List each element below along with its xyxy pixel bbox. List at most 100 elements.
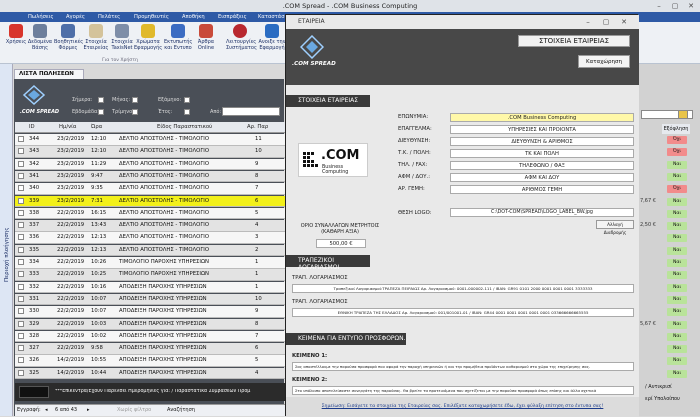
tab-customers[interactable]: Πελάτες (98, 14, 120, 20)
row-checkbox[interactable] (18, 234, 24, 241)
row-checkbox[interactable] (18, 209, 24, 216)
col-time[interactable]: Ώρα (91, 124, 102, 130)
row-checkbox[interactable] (18, 148, 24, 155)
field-input[interactable]: ΤΗΛΕΦΩΝΟ / ΦΑΞ (450, 161, 634, 170)
table-row[interactable]: 339 23/2/2019 7:31 ΔΕΛΤΙΟ ΑΠΟΣΤΟΛΗΣ - ΤΙΜΟΛ… (15, 195, 285, 208)
helper-forms-button[interactable]: Βοηθητικές Φόρμες (54, 24, 83, 51)
row-checkbox[interactable] (18, 246, 24, 253)
table-row[interactable]: 325 14/2/2019 10:44 ΑΠΟΔΕΙΞΗ ΠΑΡΟΧΗΣ ΥΠΗΡΕΣ… (15, 367, 285, 380)
row-checkbox[interactable] (18, 332, 24, 339)
row-checkbox[interactable] (18, 222, 24, 229)
no-filter-button[interactable]: Χωρίς φίλτρο (117, 407, 151, 413)
text2-input[interactable]: Στο υπόλοιπο αποτελείσαστε συνεργάτη της… (292, 386, 634, 395)
col-date[interactable]: Ημ/νία (59, 124, 76, 130)
table-row[interactable]: 334 22/2/2019 10:26 ΤΙΜΟΛΟΓΙΟ ΠΑΡΟΧΗΣ ΥΠΗΡΕ… (15, 257, 285, 269)
dialog-maximize-icon[interactable]: ▢ (599, 17, 613, 27)
table-row[interactable]: 337 22/2/2019 13:43 ΔΕΛΤΙΟ ΑΠΟΣΤΟΛΗΣ - ΤΙΜΟ… (15, 220, 285, 232)
row-checkbox[interactable] (18, 320, 24, 327)
tab-sales[interactable]: Πωλήσεις (28, 14, 54, 20)
app-colors-button[interactable]: Χρώματα Εφαρμογής (134, 24, 162, 51)
filter-today-checkbox[interactable] (98, 97, 104, 103)
close-icon[interactable]: ✕ (684, 1, 698, 11)
table-row[interactable]: 330 22/2/2019 10:07 ΑΠΟΔΕΙΞΗ ΠΑΡΟΧΗΣ ΥΠΗΡΕΣ… (15, 306, 285, 318)
row-checkbox[interactable] (18, 271, 24, 278)
table-row[interactable]: 342 23/2/2019 11:29 ΔΕΛΤΙΟ ΑΠΟΣΤΟΛΗΣ - ΤΙΜΟ… (15, 158, 285, 171)
col-type[interactable]: Είδος Παραστατικού (157, 124, 212, 130)
tab-sales-list[interactable]: ΛΙΣΤΑ ΠΩΛΗΣΕΩΝ (14, 69, 84, 79)
record-prev-icon[interactable]: ◂ (45, 407, 48, 413)
row-checkbox[interactable] (18, 172, 24, 179)
row-checkbox[interactable] (18, 197, 24, 204)
right-search-icon[interactable] (678, 110, 688, 119)
table-row[interactable]: 335 22/2/2019 12:13 ΔΕΛΤΙΟ ΑΠΟΣΤΟΛΗΣ - ΤΙΜΟ… (15, 244, 285, 257)
row-checkbox[interactable] (18, 357, 24, 364)
system-functions-button[interactable]: Λειτουργίες Συστήματος (226, 24, 257, 51)
table-row[interactable]: 329 22/2/2019 10:03 ΑΠΟΔΕΙΞΗ ΠΑΡΟΧΗΣ ΥΠΗΡΕΣ… (15, 318, 285, 331)
row-checkbox[interactable] (18, 308, 24, 315)
cash-limit-input[interactable]: 500,00 € (316, 239, 366, 248)
table-row[interactable]: 332 22/2/2019 10:16 ΑΠΟΔΕΙΞΗ ΠΑΡΟΧΗΣ ΥΠΗΡΕΣ… (15, 281, 285, 294)
tab-receipts[interactable]: Εισπράξεις (218, 14, 247, 20)
field-input[interactable]: ΔΙΕΥΘΥΝΣΗ & ΑΡΙΘΜΟΣ (450, 137, 634, 146)
table-row[interactable]: 336 22/2/2019 12:13 ΔΕΛΤΙΟ ΑΠΟΣΤΟΛΗΣ - ΤΙΜΟ… (15, 232, 285, 244)
table-row[interactable]: 340 23/2/2019 9:35 ΔΕΛΤΙΟ ΑΠΟΣΤΟΛΗΣ - ΤΙΜΟΛ… (15, 183, 285, 195)
table-row[interactable]: 328 22/2/2019 10:02 ΑΠΟΔΕΙΞΗ ΠΑΡΟΧΗΣ ΥΠΗΡΕΣ… (15, 330, 285, 343)
paid-status-badge: Ναι (667, 308, 687, 317)
filter-month-checkbox[interactable] (132, 97, 138, 103)
row-id: 332 (29, 283, 40, 290)
minimize-icon[interactable]: – (652, 1, 666, 11)
logo-path-input[interactable]: C:\DOT-COM\SPREAD\LOGO_LABEL_BW.jpg (450, 208, 634, 217)
col-number[interactable]: Αρ. Παρ (247, 124, 268, 130)
row-checkbox[interactable] (18, 283, 24, 290)
filter-from-input[interactable] (222, 107, 280, 116)
company-data-button[interactable]: Στοιχεία Εταιρείας (82, 24, 110, 51)
table-row[interactable]: 343 23/2/2019 12:10 ΔΕΛΤΙΟ ΑΠΟΣΤΟΛΗΣ - ΤΙΜΟ… (15, 146, 285, 158)
printer-button[interactable]: Εκτυπωτής και Εντυπο (164, 24, 192, 51)
navigation-pane[interactable]: Περιοχή πλοήγησης (0, 64, 13, 416)
taxisnet-button[interactable]: Στοιχεία TaxisNet (108, 24, 136, 51)
dialog-minimize-icon[interactable]: – (581, 17, 595, 27)
save-button[interactable]: Καταχώρηση (578, 55, 630, 68)
row-checkbox[interactable] (18, 259, 24, 265)
col-paid[interactable]: Εξόφληση (662, 124, 690, 134)
row-checkbox[interactable] (18, 136, 24, 142)
tab-warehouse[interactable]: Αποθήκη (182, 14, 205, 20)
field-input[interactable]: ΤΚ ΚΑΙ ΠΟΛΗ (450, 149, 634, 158)
bank2-input[interactable]: ΕΘΝΙΚΗ ΤΡΑΠΕΖΑ ΤΗΣ ΕΛΛΑΔΟΣ Αρ. Λογαριασμ… (292, 308, 634, 317)
row-checkbox[interactable] (18, 185, 24, 192)
filter-week-checkbox[interactable] (98, 109, 104, 115)
search-label[interactable]: Αναζήτηση (167, 407, 195, 413)
filter-year-checkbox[interactable] (184, 109, 190, 115)
field-input[interactable]: ΥΠΗΡΕΣΙΕΣ ΚΑΙ ΠΡΟΙΟΝΤΑ (450, 125, 634, 134)
bank1-input[interactable]: Τραπεζικοί Λογαριασμοί:ΤΡΑΠΕΖΑ ΠΕΙΡΑΙΩΣ … (292, 284, 634, 293)
row-checkbox[interactable] (18, 295, 24, 302)
table-row[interactable]: 327 22/2/2019 9:58 ΑΠΟΔΕΙΞΗ ΠΑΡΟΧΗΣ ΥΠΗΡΕΣΙ… (15, 343, 285, 355)
text1-input[interactable]: Σας αποστέλλουμε την παρούσα προσφορά πο… (292, 362, 634, 371)
tab-suppliers[interactable]: Προμηθευτές (134, 14, 169, 20)
table-row[interactable]: 331 22/2/2019 10:07 ΑΠΟΔΕΙΞΗ ΠΑΡΟΧΗΣ ΥΠΗΡΕΣ… (15, 293, 285, 306)
table-row[interactable]: 338 22/2/2019 16:15 ΔΕΛΤΙΟ ΑΠΟΣΤΟΛΗΣ - ΤΙΜΟ… (15, 207, 285, 220)
change-path-button[interactable]: Αλλαγή Διαδρομής (596, 220, 634, 235)
open-app-button[interactable]: Ανοιξε την Εφαρμογή (258, 24, 286, 51)
paid-status-badge: Ναι (667, 320, 687, 329)
field-input[interactable]: ΑΡΙΘΜΟΣ ΓΕΜΗ (450, 185, 634, 194)
field-input[interactable]: .COM Business Computing (450, 113, 634, 122)
field-input[interactable]: ΑΦΜ ΚΑΙ ΔΟΥ (450, 173, 634, 182)
col-id[interactable]: ID (29, 124, 35, 130)
table-row[interactable]: 344 23/2/2019 12:10 ΔΕΛΤΙΟ ΑΠΟΣΤΟΛΗΣ - ΤΙΜΟ… (15, 134, 285, 146)
tab-purchases[interactable]: Αγορές (66, 14, 85, 20)
maximize-icon[interactable]: ▢ (668, 1, 682, 11)
dialog-close-icon[interactable]: ✕ (617, 17, 631, 27)
row-checkbox[interactable] (18, 345, 24, 352)
filter-semester-checkbox[interactable] (184, 97, 190, 103)
row-checkbox[interactable] (18, 369, 24, 376)
table-row[interactable]: 341 23/2/2019 9:47 ΔΕΛΤΙΟ ΑΠΟΣΤΟΛΗΣ - ΤΙΜΟΛ… (15, 170, 285, 183)
record-position[interactable]: 6 από 43 (55, 407, 77, 413)
filter-quarter-checkbox[interactable] (132, 109, 138, 115)
row-checkbox[interactable] (18, 160, 24, 167)
table-row[interactable]: 326 14/2/2019 10:55 ΑΠΟΔΕΙΞΗ ΠΑΡΟΧΗΣ ΥΠΗΡΕΣ… (15, 355, 285, 367)
online-articles-button[interactable]: Άρθρα Online (192, 24, 220, 51)
record-next-icon[interactable]: ▸ (87, 407, 90, 413)
base-data-button[interactable]: Δεδομένα Βάσης (26, 24, 54, 51)
table-row[interactable]: 333 22/2/2019 10:25 ΤΙΜΟΛΟΓΙΟ ΠΑΡΟΧΗΣ ΥΠΗΡΕ… (15, 269, 285, 281)
